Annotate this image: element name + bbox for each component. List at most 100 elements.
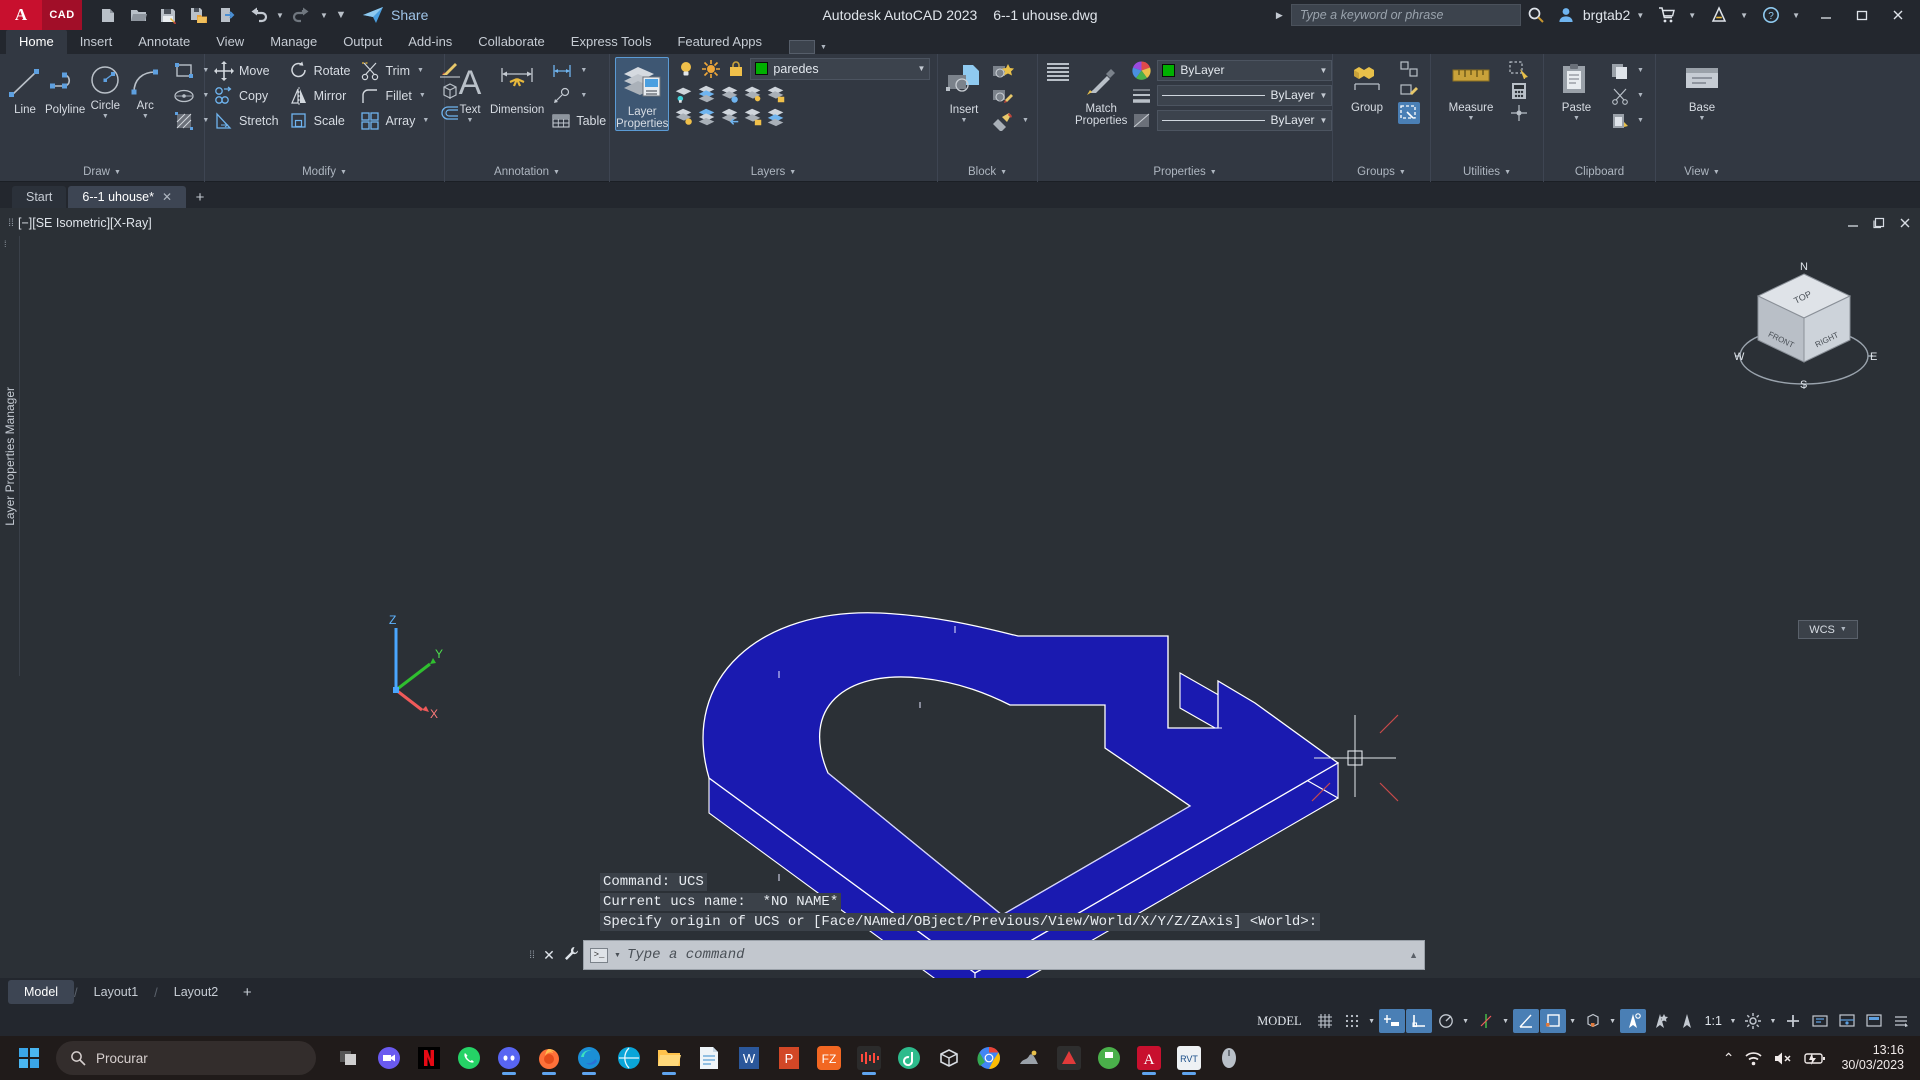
- task-view-icon[interactable]: [330, 1039, 368, 1077]
- notepad-icon[interactable]: [690, 1039, 728, 1077]
- layout-tab-layout2[interactable]: Layout2: [158, 980, 234, 1004]
- store-caret-icon[interactable]: ▼: [1688, 11, 1696, 20]
- layout-tab-model[interactable]: Model: [8, 980, 75, 1004]
- base-view-button[interactable]: Base ▼: [1672, 58, 1732, 122]
- help-icon[interactable]: ?: [1756, 1, 1786, 29]
- panel-draw-caret-icon[interactable]: ▼: [114, 169, 121, 176]
- annotation-linear-dim-button[interactable]: ▼: [547, 58, 610, 83]
- window-maximize-button[interactable]: [1844, 0, 1880, 30]
- draw-polyline-button[interactable]: Polyline: [45, 58, 85, 116]
- viewport-config-label[interactable]: [−][SE Isometric][X-Ray]: [18, 216, 152, 230]
- layer-make-current-icon[interactable]: [673, 106, 695, 128]
- object-snap-tracking-icon[interactable]: [1473, 1009, 1499, 1033]
- undo-icon[interactable]: [244, 2, 272, 28]
- modify-array-button[interactable]: Array ▼: [356, 108, 435, 133]
- layer-match-icon[interactable]: [696, 106, 718, 128]
- qat-dropdown-icon[interactable]: ▼: [332, 2, 350, 28]
- edit-block-button[interactable]: [987, 83, 1035, 108]
- annotation-text-dropdown-icon[interactable]: ▼: [467, 117, 474, 124]
- user-avatar[interactable]: [1551, 1, 1581, 29]
- windows-start-icon[interactable]: [8, 1039, 50, 1077]
- layer-unlock-icon[interactable]: [742, 106, 764, 128]
- modify-fillet-button[interactable]: Fillet ▼: [356, 83, 435, 108]
- group-button[interactable]: Group: [1338, 58, 1396, 114]
- panel-view-title[interactable]: View ▼: [1656, 162, 1748, 182]
- layer-isolate-icon[interactable]: [673, 83, 695, 105]
- file-explorer-icon[interactable]: [650, 1039, 688, 1077]
- redo-dropdown-icon[interactable]: ▼: [318, 2, 330, 28]
- user-name[interactable]: brgtab2: [1583, 7, 1630, 23]
- revit-icon[interactable]: [1050, 1039, 1088, 1077]
- doc-tab-uhouse[interactable]: 6--1 uhouse* ✕: [68, 186, 187, 208]
- tray-chevron-icon[interactable]: ⌃: [1723, 1050, 1735, 1067]
- modify-stretch-button[interactable]: Stretch: [210, 108, 283, 133]
- panel-layers-title[interactable]: Layers ▼: [610, 162, 937, 182]
- command-history-caret-icon[interactable]: ▼: [614, 952, 621, 959]
- layer-selector-combo[interactable]: paredes ▼: [750, 57, 931, 80]
- audio-app-icon[interactable]: [850, 1039, 888, 1077]
- panel-properties-caret-icon[interactable]: ▼: [1210, 169, 1217, 176]
- tab-annotate[interactable]: Annotate: [125, 30, 203, 54]
- autodesk-store-icon[interactable]: [1652, 1, 1682, 29]
- new-document-tab-button[interactable]: +: [188, 186, 212, 208]
- doc-tab-start[interactable]: Start: [12, 186, 67, 208]
- modify-scale-button[interactable]: Scale: [285, 108, 355, 133]
- plot-icon[interactable]: [214, 2, 242, 28]
- annotation-scale-dropdown-icon[interactable]: ▼: [1727, 1018, 1739, 1025]
- modify-rotate-button[interactable]: Rotate: [285, 58, 355, 83]
- lineweight-dropdown-icon[interactable]: ▼: [1567, 1018, 1579, 1025]
- grid-display-icon[interactable]: [1312, 1009, 1338, 1033]
- battery-charging-icon[interactable]: [1803, 1049, 1827, 1068]
- measure-button[interactable]: Measure ▼: [1436, 58, 1506, 122]
- layout-tab-layout1[interactable]: Layout1: [78, 980, 154, 1004]
- window-close-button[interactable]: [1880, 0, 1916, 30]
- taskbar-clock[interactable]: 13:16 30/03/2023: [1837, 1043, 1904, 1073]
- isolate-objects-icon[interactable]: [1834, 1009, 1860, 1033]
- account-caret-icon[interactable]: ▼: [1740, 11, 1748, 20]
- user-menu-caret-icon[interactable]: ▼: [1636, 11, 1644, 20]
- photo-app-icon[interactable]: [1010, 1039, 1048, 1077]
- group-selection-icon[interactable]: [1398, 102, 1420, 124]
- zoom-app-icon[interactable]: [370, 1039, 408, 1077]
- snap-mode-dropdown-icon[interactable]: ▼: [1366, 1018, 1378, 1025]
- settings-dropdown-icon[interactable]: ▼: [1767, 1018, 1779, 1025]
- mouse-util-icon[interactable]: [1210, 1039, 1248, 1077]
- hardware-accel-icon[interactable]: [1807, 1009, 1833, 1033]
- modify-copy-button[interactable]: Copy: [210, 83, 283, 108]
- tab-insert[interactable]: Insert: [67, 30, 126, 54]
- model-space-toggle[interactable]: MODEL: [1248, 1011, 1310, 1032]
- layer-merge-icon[interactable]: [765, 106, 787, 128]
- transparency-dropdown-icon[interactable]: ▼: [1607, 1018, 1619, 1025]
- undo-dropdown-icon[interactable]: ▼: [274, 2, 286, 28]
- match-properties-button[interactable]: Match Properties: [1075, 59, 1127, 127]
- new-file-icon[interactable]: [94, 2, 122, 28]
- linetype-combo[interactable]: ByLayer ▼: [1157, 84, 1333, 106]
- quick-select-icon[interactable]: [1508, 58, 1530, 80]
- open-file-icon[interactable]: [124, 2, 152, 28]
- help-search-input[interactable]: Type a keyword or phrase: [1290, 4, 1521, 26]
- paste-special-button[interactable]: ▼: [1606, 108, 1650, 133]
- layer-freeze-tool-icon[interactable]: [719, 83, 741, 105]
- properties-list-icon[interactable]: [1043, 59, 1073, 85]
- redo-icon[interactable]: [288, 2, 316, 28]
- sketchup-icon[interactable]: [930, 1039, 968, 1077]
- transparency-prop-icon[interactable]: [1129, 109, 1153, 131]
- search-icon[interactable]: [1521, 1, 1551, 29]
- panel-layers-caret-icon[interactable]: ▼: [789, 169, 796, 176]
- tab-featured-apps[interactable]: Featured Apps: [664, 30, 775, 54]
- tab-home[interactable]: Home: [6, 30, 67, 54]
- 3d-object-snap-icon[interactable]: [1647, 1009, 1673, 1033]
- infer-constraints-icon[interactable]: [1378, 1009, 1405, 1033]
- panel-clipboard-title[interactable]: Clipboard: [1544, 162, 1655, 182]
- draw-arc-dropdown-icon[interactable]: ▼: [142, 113, 149, 120]
- quick-calc-icon[interactable]: [1508, 80, 1530, 102]
- cut-clip-dropdown-icon[interactable]: ▼: [1635, 92, 1646, 99]
- qbittorrent-icon[interactable]: [890, 1039, 928, 1077]
- viewport-close-icon[interactable]: [1894, 213, 1916, 233]
- layer-on-icon[interactable]: [675, 58, 697, 80]
- panel-groups-title[interactable]: Groups ▼: [1333, 162, 1430, 182]
- modify-trim-button[interactable]: Trim ▼: [356, 58, 435, 83]
- tab-express-tools[interactable]: Express Tools: [558, 30, 665, 54]
- layer-off-tool-icon[interactable]: [742, 83, 764, 105]
- command-expand-icon[interactable]: ▲: [1409, 950, 1418, 960]
